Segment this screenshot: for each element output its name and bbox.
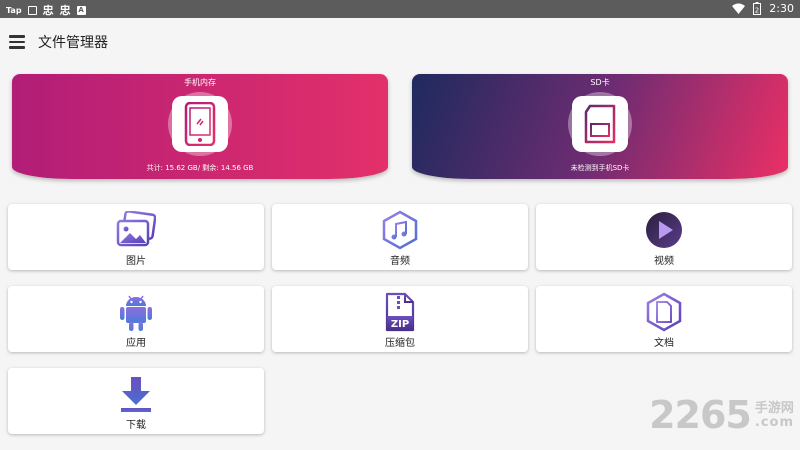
category-apps[interactable]: 应用: [8, 286, 264, 352]
tap-indicator: Tap: [6, 5, 22, 15]
app-notification-icon: 忠: [42, 4, 54, 17]
category-label: 下载: [126, 420, 146, 431]
category-label: 图片: [126, 256, 146, 267]
app-bar: 文件管理器: [0, 18, 800, 66]
phone-storage-card[interactable]: 手机内存 共计: 15.62 GB/ 剩余: 14.56 GB: [12, 74, 388, 179]
status-bar-right: 2 2:30: [732, 2, 794, 15]
category-documents[interactable]: 文档: [536, 286, 792, 352]
zip-icon: ZIP: [380, 292, 420, 332]
app-notification-icon-2: 忠: [59, 4, 71, 17]
menu-button[interactable]: [9, 35, 25, 49]
clock: 2:30: [769, 2, 794, 15]
sd-storage-label: SD卡: [590, 78, 610, 87]
category-label: 压缩包: [385, 338, 415, 349]
wifi-icon: [732, 3, 746, 14]
category-archives[interactable]: ZIP 压缩包: [272, 286, 528, 352]
hamburger-icon-line: [9, 35, 25, 38]
battery-level: 2: [755, 7, 759, 15]
android-icon: [116, 292, 156, 332]
battery-icon: 2: [753, 2, 762, 15]
phone-storage-detail: 共计: 15.62 GB/ 剩余: 14.56 GB: [146, 164, 254, 172]
app-title: 文件管理器: [38, 35, 108, 51]
category-video[interactable]: 视频: [536, 204, 792, 270]
download-icon: [116, 374, 156, 414]
status-bar: Tap 忠 忠 A 2 2:30: [0, 0, 800, 18]
watermark: 2265 手游网 .com: [649, 396, 794, 434]
image-notification-icon: [27, 5, 37, 15]
category-images[interactable]: 图片: [8, 204, 264, 270]
category-downloads[interactable]: 下载: [8, 368, 264, 434]
watermark-brand: 手游网: [754, 401, 794, 416]
category-label: 音频: [390, 256, 410, 267]
document-icon: [644, 292, 684, 332]
a-notification-icon: A: [76, 5, 86, 15]
category-audio[interactable]: 音频: [272, 204, 528, 270]
sd-card-icon: [572, 96, 628, 152]
watermark-side: 手游网 .com: [755, 402, 794, 430]
sd-storage-card[interactable]: SD卡 未检测到手机SD卡: [412, 74, 788, 179]
category-label: 文档: [654, 338, 674, 349]
status-bar-left: Tap 忠 忠 A: [6, 2, 86, 18]
sd-storage-detail: 未检测到手机SD卡: [570, 164, 630, 172]
watermark-number: 2265: [649, 393, 752, 437]
music-icon: [380, 210, 420, 250]
phone-storage-label: 手机内存: [184, 78, 216, 87]
hamburger-icon-line: [9, 46, 25, 49]
video-play-icon: [644, 210, 684, 250]
hamburger-icon-line: [9, 40, 25, 43]
phone-icon: [172, 96, 228, 152]
image-icon: [116, 210, 156, 250]
watermark-domain: .com: [754, 415, 794, 430]
svg-text:ZIP: ZIP: [391, 319, 409, 330]
category-label: 应用: [126, 338, 146, 349]
category-label: 视频: [654, 256, 674, 267]
